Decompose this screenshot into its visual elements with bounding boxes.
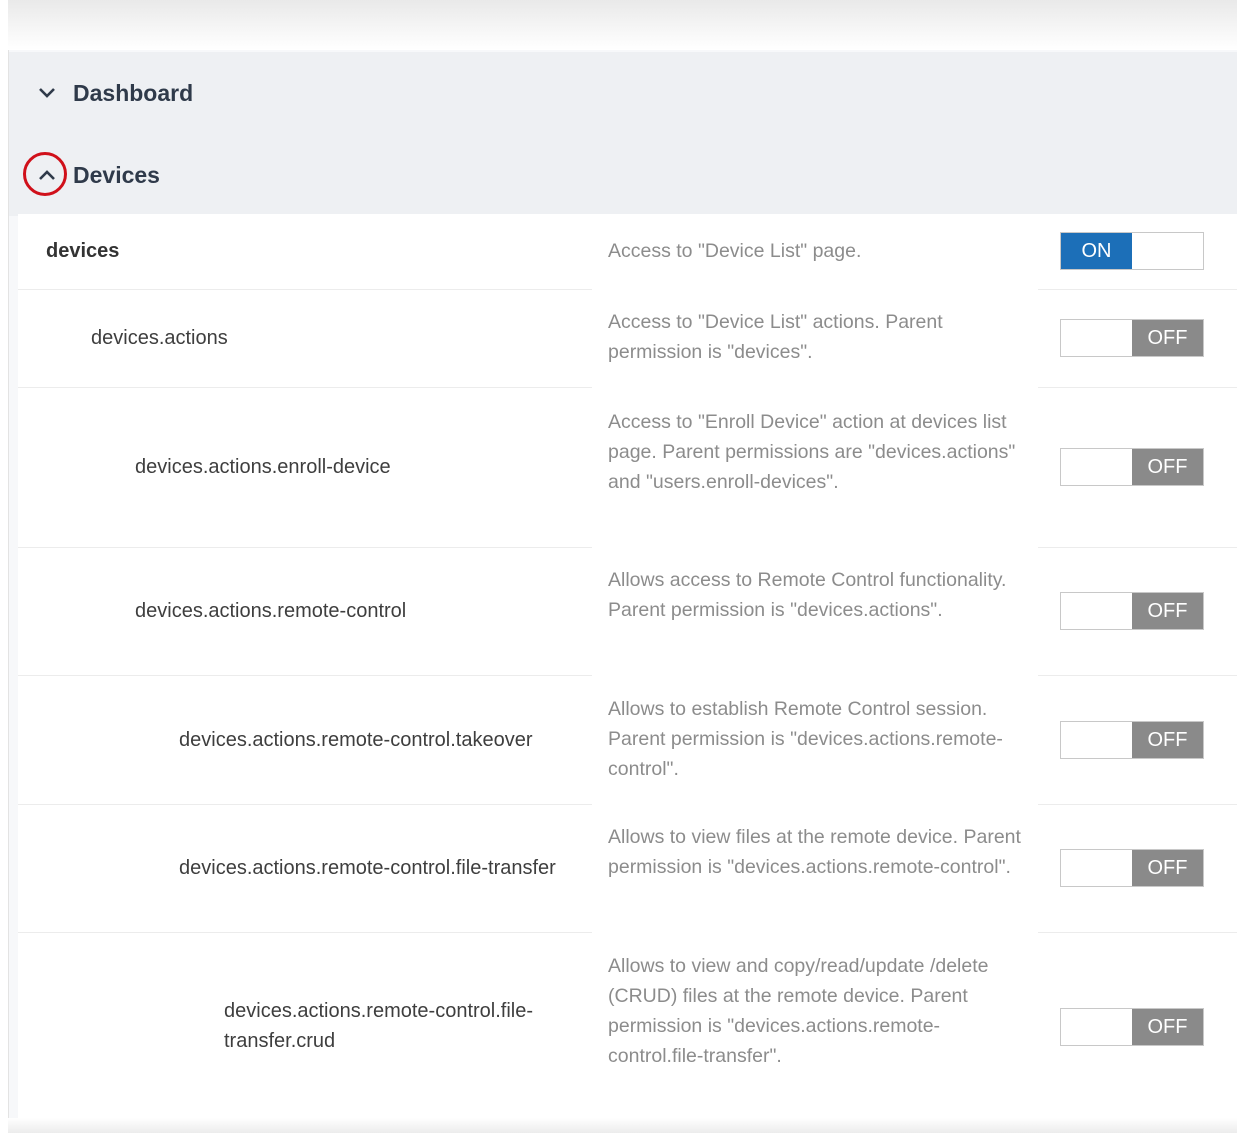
permission-row: devices.actions.enroll-device Access to … [18, 388, 1237, 548]
permission-toggle[interactable]: OFF [1060, 1008, 1204, 1046]
toggle-on-half [1061, 320, 1132, 356]
permission-row: devices.actions.remote-control.takeover … [18, 676, 1237, 805]
permission-description: Access to "Device List" actions. Parent … [608, 311, 943, 363]
toggle-on-label: ON [1061, 233, 1132, 269]
permission-name: devices.actions.remote-control.takeover [179, 729, 533, 751]
permission-name: devices.actions.remote-control [135, 600, 407, 622]
permission-toggle[interactable]: OFF [1060, 319, 1204, 357]
toggle-off-label: OFF [1132, 320, 1203, 356]
section-header-dashboard[interactable]: Dashboard [9, 52, 1237, 134]
permission-description: Access to "Device List" page. [608, 240, 862, 262]
chevron-down-icon[interactable] [36, 82, 58, 104]
section-title-dashboard: Dashboard [73, 79, 194, 106]
permission-row: devices.actions.remote-control Allows ac… [18, 548, 1237, 676]
torn-edge-top [8, 0, 1237, 50]
permission-description: Allows to view and copy/read/update /del… [608, 955, 989, 1067]
torn-edge-bottom [8, 1118, 1237, 1133]
permission-name: devices [46, 240, 120, 262]
permission-row: devices Access to "Device List" page. ON [18, 214, 1237, 290]
toggle-off-label: OFF [1132, 850, 1203, 886]
permission-toggle[interactable]: OFF [1060, 448, 1204, 486]
toggle-off-label: OFF [1132, 722, 1203, 758]
permission-name: devices.actions.remote-control.file-tran… [179, 857, 556, 879]
toggle-off-half [1132, 233, 1203, 269]
section-header-devices[interactable]: Devices [9, 134, 1237, 216]
toggle-on-half [1061, 850, 1132, 886]
permission-toggle[interactable]: OFF [1060, 592, 1204, 630]
toggle-off-label: OFF [1132, 1009, 1203, 1045]
permission-row: devices.actions.remote-control.file-tran… [18, 933, 1237, 1119]
permission-description: Allows to view files at the remote devic… [608, 826, 1021, 878]
toggle-off-label: OFF [1132, 449, 1203, 485]
permission-description: Allows to establish Remote Control sessi… [608, 698, 1003, 780]
permission-toggle[interactable]: OFF [1060, 849, 1204, 887]
toggle-off-label: OFF [1132, 593, 1203, 629]
permission-row: devices.actions Access to "Device List" … [18, 290, 1237, 388]
permission-name: devices.actions.enroll-device [135, 456, 391, 478]
permission-name: devices.actions.remote-control.file-tran… [224, 1000, 534, 1052]
permission-row: devices.actions.remote-control.file-tran… [18, 805, 1237, 933]
toggle-on-half [1061, 722, 1132, 758]
permission-name: devices.actions [91, 327, 228, 349]
toggle-on-half [1061, 593, 1132, 629]
permission-description: Allows access to Remote Control function… [608, 569, 1007, 621]
permission-toggle[interactable]: ON [1060, 232, 1204, 270]
section-title-devices: Devices [73, 161, 160, 188]
toggle-on-half [1061, 1009, 1132, 1045]
permission-description: Access to "Enroll Device" action at devi… [608, 411, 1016, 493]
highlight-circle-annotation [23, 152, 67, 196]
permission-toggle[interactable]: OFF [1060, 721, 1204, 759]
permissions-panel: Dashboard Devices devices Access to "Dev… [8, 50, 1237, 1133]
toggle-on-half [1061, 449, 1132, 485]
